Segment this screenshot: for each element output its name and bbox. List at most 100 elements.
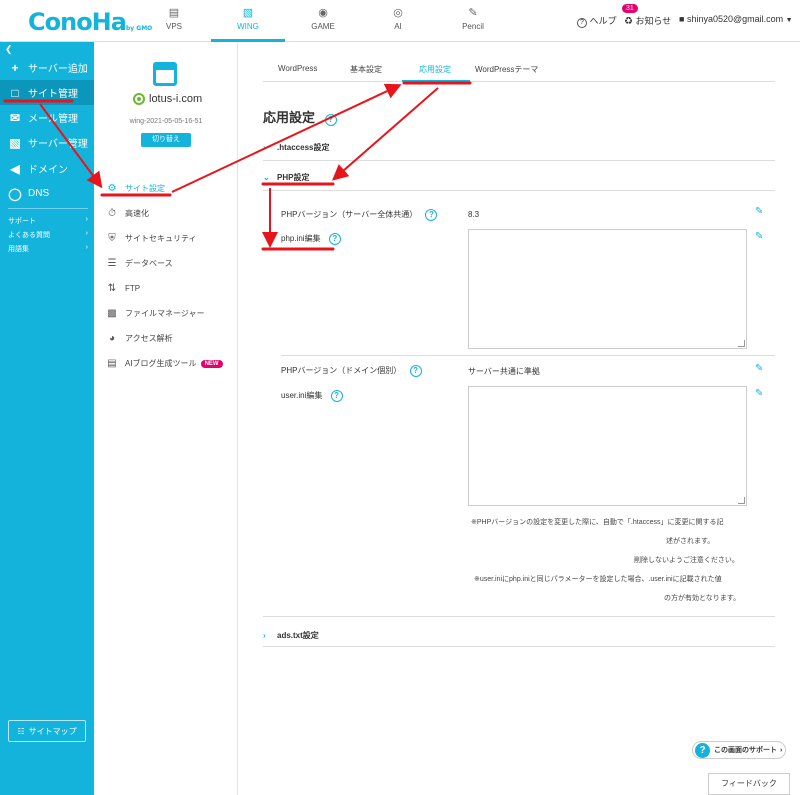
ftp-icon: ⇅ [107, 283, 117, 294]
note-line: 述がされます。 [666, 538, 715, 545]
nav-tab-game[interactable]: ◉ GAME [286, 0, 360, 42]
note-line: の方が有効となります。 [664, 595, 741, 602]
php-ini-label: php.ini編集 ? [281, 233, 341, 245]
section-divider [263, 190, 775, 191]
help-icon[interactable]: ? [330, 390, 343, 402]
menu-item-ai-blog[interactable]: ▤ AIブログ生成ツール NEW [106, 358, 236, 369]
help-icon[interactable]: ? [425, 209, 438, 221]
user-icon: ■ [679, 14, 685, 24]
tabs-divider [263, 81, 775, 82]
sitemap-button[interactable]: ☷ サイトマップ [8, 720, 86, 742]
tab-wordpress[interactable]: WordPress [278, 64, 317, 73]
menu-item-file-manager[interactable]: ▩ ファイルマネージャー [106, 308, 236, 319]
question-icon: ? [695, 742, 710, 758]
site-status-icon [133, 93, 145, 105]
globe-icon: ◯ [8, 186, 22, 201]
chevron-right-icon: › [780, 746, 783, 754]
conoha-logo[interactable]: ConoHaby GMO [28, 8, 152, 36]
edit-pencil-icon[interactable]: ✎ [755, 363, 763, 374]
notifications-link[interactable]: ♻ お知らせ [624, 14, 671, 27]
help-icon[interactable]: ? [328, 233, 341, 245]
plus-icon: + [11, 60, 19, 75]
php-version-label: PHPバージョン（サーバー全体共通） ? [281, 209, 438, 221]
site-window-icon [153, 62, 177, 86]
note-line: 削除しないようご注意ください。 [634, 557, 739, 564]
chevron-right-icon: › [85, 244, 88, 251]
sitemap-icon: ☷ [17, 726, 25, 736]
menu-item-security[interactable]: ⛨ サイトセキュリティ [106, 233, 236, 244]
help-link[interactable]: ? ヘルプ [577, 14, 617, 28]
stopwatch-icon: ⏱ [108, 208, 116, 219]
feedback-button[interactable]: フィードバック [708, 773, 790, 795]
section-ads-header[interactable]: › ads.txt設定 [263, 630, 319, 641]
edit-pencil-icon[interactable]: ✎ [755, 206, 763, 217]
php-domain-version-label: PHPバージョン（ドメイン個別） ? [281, 365, 422, 377]
site-icon: □ [11, 85, 19, 100]
chevron-right-icon: › [85, 216, 88, 223]
edit-pencil-icon[interactable]: ✎ [755, 231, 763, 242]
sidebar-item-glossary[interactable]: 用語集 › [8, 244, 88, 254]
edit-pencil-icon[interactable]: ✎ [755, 388, 763, 399]
sidebar-item-mail[interactable]: ✉ メール管理 [0, 105, 94, 130]
folder-icon: ▩ [107, 308, 117, 319]
php-domain-version-value: サーバー共通に準拠 [468, 367, 540, 376]
section-divider [263, 160, 775, 161]
switch-site-button[interactable]: 切り替え [141, 133, 191, 147]
menu-item-access-analytics[interactable]: ◕ アクセス解析 [106, 333, 236, 344]
server-manage-icon: ▧ [9, 135, 21, 150]
chevron-right-icon: › [263, 631, 266, 640]
menu-item-database[interactable]: ☰ データベース [106, 258, 236, 269]
tab-wordpress-theme[interactable]: WordPressテーマ [475, 64, 538, 75]
sidebar-item-server-manage[interactable]: ▧ サーバー管理 [0, 130, 94, 155]
section-php-header[interactable]: ⌄ PHP設定 [263, 172, 309, 183]
user-ini-textarea[interactable] [468, 386, 747, 506]
tab-advanced-settings[interactable]: 応用設定 [419, 64, 451, 75]
nav-tab-ai[interactable]: ◎ AI [361, 0, 435, 42]
help-circle-icon: ? [577, 18, 587, 28]
note-line: ※PHPバージョンの設定を変更した際に、自動で「.htaccess」に変更に関す… [471, 519, 724, 526]
php-version-value: 8.3 [468, 210, 480, 219]
chevron-left-icon[interactable]: ❮ [5, 44, 13, 55]
pencil-doc-icon: ✎ [468, 7, 478, 19]
sidebar-item-dns[interactable]: ◯ DNS [0, 181, 94, 206]
section-divider [263, 646, 775, 647]
site-id: wing-2021-05-05-16-51 [129, 118, 203, 125]
server-icon: ▤ [168, 7, 180, 19]
help-icon[interactable]: ? [409, 365, 422, 377]
site-panel [94, 42, 238, 795]
nav-tab-pencil[interactable]: ✎ Pencil [436, 0, 510, 42]
note-line: ※user.iniにphp.iniと同じパラメーターを設定した場合、.user.… [474, 576, 722, 583]
site-settings-icon: ⚙ [107, 183, 117, 194]
help-icon[interactable]: ? [324, 114, 337, 126]
row-divider [281, 355, 775, 356]
chevron-down-icon: ⌄ [263, 173, 270, 182]
php-ini-textarea[interactable] [468, 229, 747, 349]
sidebar-divider [8, 208, 88, 209]
menu-item-ftp[interactable]: ⇅ FTP [106, 283, 236, 294]
database-icon: ☰ [107, 258, 117, 269]
site-name: lotus-i.com [149, 93, 203, 105]
section-divider [263, 616, 775, 617]
sidebar-item-support[interactable]: サポート › [8, 216, 88, 226]
new-badge: NEW [200, 359, 223, 368]
sidebar-item-add-server[interactable]: + サーバー追加 [0, 55, 94, 80]
sidebar-item-domain[interactable]: ◀ ドメイン [0, 156, 94, 181]
wing-icon: ▧ [242, 7, 254, 19]
bell-icon: ♻ [624, 16, 633, 27]
chevron-right-icon: › [263, 143, 266, 152]
nav-tab-wing[interactable]: ▧ WING [211, 0, 285, 42]
menu-item-site-settings[interactable]: ⚙ サイト設定 [106, 183, 236, 194]
tab-basic-settings[interactable]: 基本設定 [350, 64, 382, 75]
nav-tab-vps[interactable]: ▤ VPS [137, 0, 211, 42]
user-menu[interactable]: ■ shinya0520@gmail.com ▼ [679, 14, 793, 24]
ai-blog-icon: ▤ [107, 358, 117, 369]
shield-icon: ⛨ [108, 233, 116, 244]
menu-item-speedup[interactable]: ⏱ 高速化 [106, 208, 236, 219]
sidebar-item-faq[interactable]: よくある質問 › [8, 230, 88, 240]
mail-icon: ✉ [9, 110, 21, 125]
active-tab-indicator [402, 80, 470, 82]
screen-support-button[interactable]: ? この画面のサポート › [692, 741, 786, 759]
sidebar-item-site-manage[interactable]: □ サイト管理 [0, 80, 94, 105]
annotation-arrow [331, 87, 439, 181]
section-htaccess-header[interactable]: › .htaccess設定 [263, 142, 329, 153]
